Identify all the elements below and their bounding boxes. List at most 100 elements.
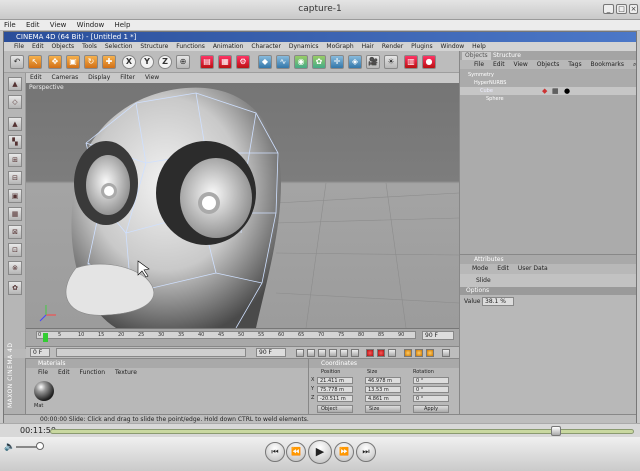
maximize-button[interactable]: □ [616, 4, 627, 14]
coordinate-mode-dropdown[interactable]: Object [317, 405, 353, 413]
model-mode-icon[interactable]: ◇ [8, 95, 22, 109]
live-select-icon[interactable]: ↖ [28, 55, 42, 69]
next-key-icon[interactable] [340, 349, 348, 357]
materials-menu-item[interactable]: File [38, 369, 48, 376]
fast-forward-button[interactable]: ⏩ [334, 442, 354, 462]
seek-knob[interactable] [551, 426, 561, 436]
player-menu-view[interactable]: View [50, 21, 67, 29]
position-y-field[interactable]: 75.778 m [317, 386, 353, 393]
options-section[interactable]: Options [460, 287, 636, 295]
materials-menu-item[interactable]: Texture [115, 369, 137, 376]
player-menu-window[interactable]: Window [77, 21, 105, 29]
phong-tag-icon[interactable]: ◆ [542, 87, 547, 95]
x-axis-lock-button[interactable]: X [122, 55, 136, 69]
render-picture-viewer-icon[interactable]: ▦ [218, 55, 232, 69]
c4d-menu-item[interactable]: Plugins [411, 43, 433, 50]
sculpt-icon[interactable]: ✿ [8, 281, 22, 295]
object-mode-icon[interactable]: ▲ [8, 117, 22, 131]
c4d-menu-item[interactable]: Dynamics [289, 43, 319, 50]
object-row[interactable]: HyperNURBS [460, 79, 636, 87]
player-menu-help[interactable]: Help [114, 21, 130, 29]
rotation-p-field[interactable]: 0 ° [413, 386, 449, 393]
size-x-field[interactable]: 46.978 m [365, 377, 401, 384]
cube-primitive-icon[interactable]: ◆ [258, 55, 272, 69]
move-tool-icon[interactable]: ✥ [48, 55, 62, 69]
c4d-menu-item[interactable]: Tools [82, 43, 97, 50]
goto-end-icon[interactable] [351, 349, 359, 357]
perspective-viewport[interactable]: Perspective [26, 83, 459, 328]
c4d-menu-item[interactable]: Edit [32, 43, 44, 50]
make-editable-icon[interactable]: ▲ [8, 77, 22, 91]
attributes-menu-item[interactable]: User Data [518, 265, 548, 272]
snap-icon[interactable]: ⊡ [8, 243, 22, 257]
objects-menu-item[interactable]: Bookmarks [591, 61, 625, 68]
record-icon[interactable]: ● [422, 55, 436, 69]
edit-render-settings-icon[interactable]: ▥ [404, 55, 418, 69]
rewind-button[interactable]: ⏪ [286, 442, 306, 462]
c4d-menu-item[interactable]: Help [472, 43, 486, 50]
c4d-menu-item[interactable]: Render [382, 43, 403, 50]
points-mode-icon[interactable]: ⊞ [8, 153, 22, 167]
material-name[interactable]: Mat [34, 403, 43, 409]
timeline[interactable]: 0 5 10 15 20 25 30 35 40 45 50 55 60 65 … [26, 328, 459, 346]
c4d-menu-item[interactable]: Hair [362, 43, 374, 50]
deformer-icon[interactable]: ✛ [330, 55, 344, 69]
c4d-menu-item[interactable]: Functions [176, 43, 205, 50]
array-icon[interactable]: ✿ [312, 55, 326, 69]
objects-menu-item[interactable]: View [514, 61, 528, 68]
attributes-menu-item[interactable]: Mode [472, 265, 488, 272]
volume-knob[interactable] [36, 442, 44, 450]
size-z-field[interactable]: 4.861 m [365, 395, 401, 402]
apply-button[interactable]: Apply [413, 405, 449, 413]
viewport-menu-view[interactable]: View [145, 74, 159, 81]
play-backward-icon[interactable] [318, 349, 326, 357]
size-mode-dropdown[interactable]: Size [365, 405, 401, 413]
viewport-menu-display[interactable]: Display [88, 74, 110, 81]
tab-structure[interactable]: Structure [490, 52, 524, 60]
c4d-menu-item[interactable]: Structure [140, 43, 168, 50]
scale-key-icon[interactable] [415, 349, 423, 357]
c4d-menu-item[interactable]: Objects [52, 43, 75, 50]
rotate-tool-icon[interactable]: ↻ [84, 55, 98, 69]
objects-menu-item[interactable]: Edit [493, 61, 505, 68]
objects-menu-item[interactable]: File [474, 61, 484, 68]
start-frame-field[interactable]: 0 F [30, 348, 50, 357]
object-row[interactable]: Symmetry [460, 71, 636, 79]
objects-menu-item[interactable]: Objects [537, 61, 560, 68]
rotation-b-field[interactable]: 0 ° [413, 395, 449, 402]
frame-range-slider[interactable] [56, 348, 246, 357]
viewport-menu-cameras[interactable]: Cameras [52, 74, 79, 81]
render-settings-icon[interactable]: ⚙ [236, 55, 250, 69]
c4d-menu-item[interactable]: File [14, 43, 24, 50]
seek-track[interactable] [50, 429, 634, 434]
axis-mode-icon[interactable]: ⊠ [8, 225, 22, 239]
scale-tool-icon[interactable]: ▣ [66, 55, 80, 69]
material-tag-icon[interactable]: ● [564, 87, 570, 95]
materials-menu-item[interactable]: Edit [58, 369, 70, 376]
player-menu-file[interactable]: File [4, 21, 16, 29]
play-forward-icon[interactable] [329, 349, 337, 357]
position-x-field[interactable]: 21.411 m [317, 377, 353, 384]
end-frame-field[interactable]: 90 F [256, 348, 286, 357]
c4d-menu-item[interactable]: Window [441, 43, 465, 50]
goto-start-icon[interactable] [296, 349, 304, 357]
autokey-icon[interactable] [377, 349, 385, 357]
search-icon[interactable]: ⌕ [633, 61, 636, 68]
timeline-cursor[interactable] [43, 333, 48, 342]
scene-icon[interactable]: ◈ [348, 55, 362, 69]
camera-icon[interactable]: 🎥 [366, 55, 380, 69]
attributes-menu-item[interactable]: Edit [497, 265, 509, 272]
minimize-button[interactable]: _ [603, 4, 614, 14]
object-row[interactable]: Cube [460, 87, 636, 95]
undo-icon[interactable]: ↶ [10, 55, 24, 69]
edges-mode-icon[interactable]: ⊟ [8, 171, 22, 185]
tab-objects[interactable]: Objects [462, 52, 491, 60]
next-button[interactable]: ⏭ [356, 442, 376, 462]
uv-mode-icon[interactable]: ▦ [8, 207, 22, 221]
timeline-ruler[interactable]: 0 5 10 15 20 25 30 35 40 45 50 55 60 65 … [36, 331, 416, 342]
c4d-menu-item[interactable]: Character [251, 43, 281, 50]
texture-mode-icon[interactable]: ▚ [8, 135, 22, 149]
workplane-icon[interactable]: ⊗ [8, 261, 22, 275]
material-preview-sphere[interactable] [34, 381, 54, 401]
rotation-key-icon[interactable] [426, 349, 434, 357]
